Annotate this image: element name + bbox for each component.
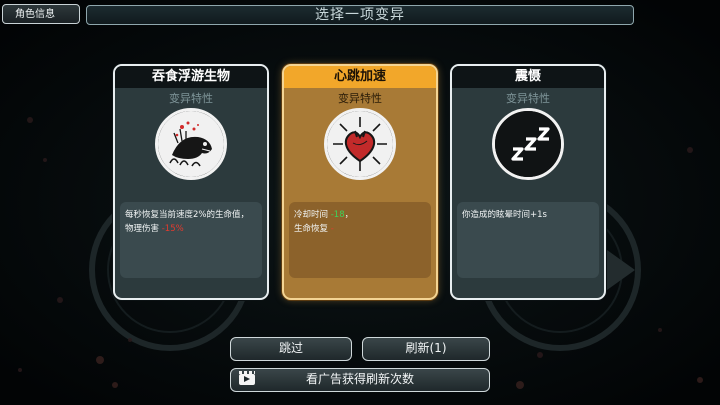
card-description: 你造成的眩晕时间+1s <box>457 202 599 278</box>
card-subtitle: 变异特性 <box>338 92 382 105</box>
card-description: 冷却时间 -18， 生命恢复 - <box>289 202 431 278</box>
stat-value-negative: -15% <box>161 224 184 234</box>
character-info-button[interactable]: 角色信息 <box>2 4 80 24</box>
refresh-button[interactable]: 刷新(1) <box>362 337 490 361</box>
stat-value-positive: -18 <box>330 210 345 220</box>
heart-icon <box>324 108 396 180</box>
watch-ad-refresh-button[interactable]: 看广告获得刷新次数 <box>230 368 490 392</box>
video-icon <box>239 371 255 385</box>
card-title: 心跳加速 <box>284 66 436 88</box>
mutation-card-1[interactable]: 吞食浮游生物 变异特性 每秒恢复当前速度2%的生命值， 物理伤害 -15% <box>113 64 269 300</box>
watch-ad-label: 看广告获得刷新次数 <box>305 372 414 386</box>
mutation-card-3[interactable]: 震慑 变异特性 你造成的眩晕时间+1s <box>450 64 606 300</box>
card-subtitle: 变异特性 <box>169 92 213 105</box>
mutation-card-2[interactable]: 心跳加速 变异特性 冷却时间 -18， 生命恢复 - <box>282 64 438 300</box>
card-subtitle: 变异特性 <box>506 92 550 105</box>
skip-button[interactable]: 跳过 <box>230 337 352 361</box>
card-title: 吞食浮游生物 <box>115 66 267 88</box>
page-title: 选择一项变异 <box>86 5 634 25</box>
stat-value-negative: - <box>330 224 334 234</box>
fish-creature-icon <box>155 108 227 180</box>
sleep-zzz-icon <box>492 108 564 180</box>
card-title: 震慑 <box>452 66 604 88</box>
card-description: 每秒恢复当前速度2%的生命值， 物理伤害 -15% <box>120 202 262 278</box>
